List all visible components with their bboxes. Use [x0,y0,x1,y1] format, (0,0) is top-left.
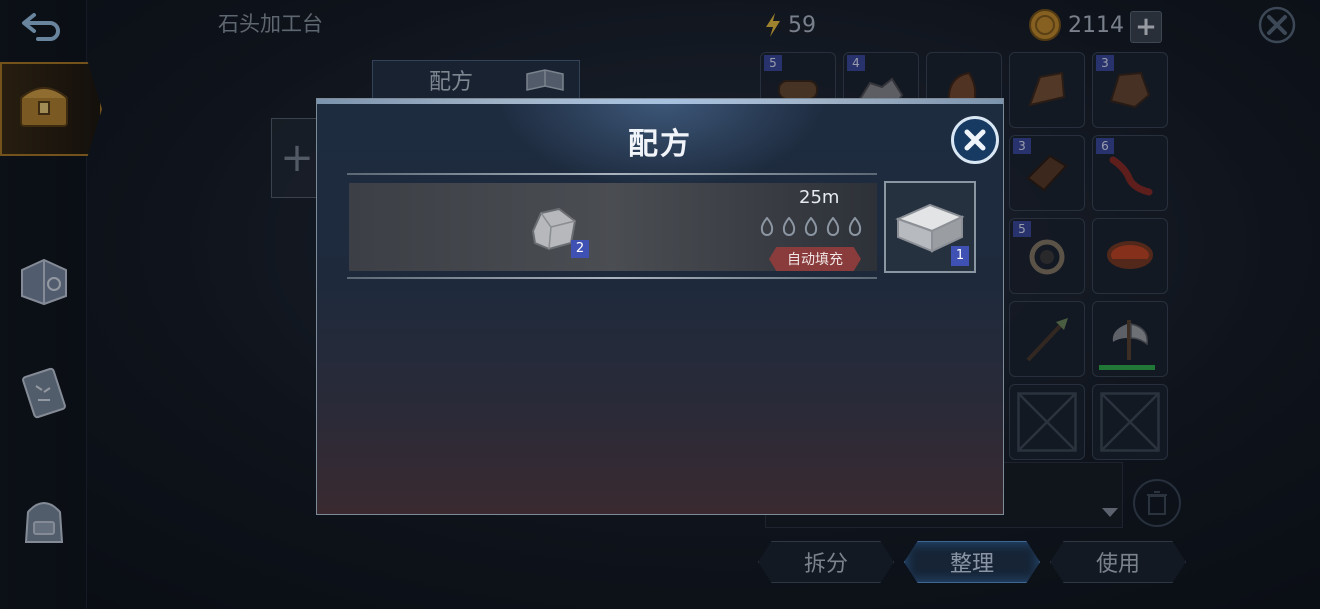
divider [347,173,877,175]
ingredient-count-badge: 2 [571,240,589,258]
autofill-button[interactable]: 自动填充 [769,247,861,271]
dialog-title: 配方 [628,127,692,162]
recipe-dialog: 配方 2 25m 自动填充 1 [316,98,1004,515]
flame-icon [782,217,796,236]
flame-icon [804,217,818,236]
flame-icon [848,217,862,236]
craft-time: 25m [799,187,840,208]
flame-icon [826,217,840,236]
output-count-badge: 1 [951,246,969,266]
heat-level [759,217,863,237]
dialog-close-button[interactable] [951,116,999,164]
flame-icon [760,217,774,236]
divider [347,277,877,279]
close-icon [964,129,986,151]
